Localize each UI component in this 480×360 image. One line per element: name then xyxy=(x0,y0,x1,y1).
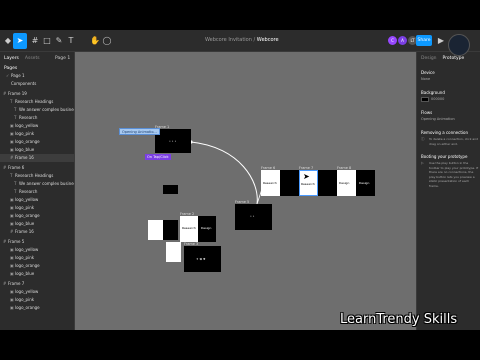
layer-item[interactable]: ▣logo_orange xyxy=(0,262,74,270)
layer-item[interactable]: ▣logo_yellow xyxy=(0,196,74,204)
text-tool-icon[interactable]: T xyxy=(66,36,76,46)
small-frame[interactable] xyxy=(163,185,178,194)
background-value[interactable]: 000000 xyxy=(431,97,444,101)
layer-item[interactable]: ▣logo_orange xyxy=(0,138,74,146)
layer-item[interactable]: ▣logo_pink xyxy=(0,296,74,304)
removing-heading: Removing a connection xyxy=(421,130,468,135)
layer-item[interactable]: ▣logo_yellow xyxy=(0,246,74,254)
card-text: Research xyxy=(301,182,315,186)
background-swatch[interactable] xyxy=(421,97,429,102)
flows-heading: Flows xyxy=(421,110,433,115)
properties-panel: Design Prototype Device None Background 0… xyxy=(416,52,480,330)
layer-item[interactable]: # Frame 16 xyxy=(0,228,74,236)
card-text: Research xyxy=(182,226,196,230)
mid-frame[interactable]: • • xyxy=(235,204,272,230)
watermark: LearnTrendy Skills xyxy=(340,312,458,327)
layer-item[interactable]: T Research Headings xyxy=(0,172,74,180)
layer-group[interactable]: # Frame 6 xyxy=(0,164,74,172)
card-frame[interactable] xyxy=(166,242,181,262)
play-icon: ▷ xyxy=(421,161,424,165)
tab-design[interactable]: Design xyxy=(421,56,437,61)
tab-assets[interactable]: Assets xyxy=(25,56,40,61)
breadcrumb: Webcore Invitation / Webcore xyxy=(205,37,279,43)
card-frame[interactable]: Research xyxy=(180,216,198,242)
logo-icons: ✦ ✿ ❖ xyxy=(196,257,206,261)
background-heading: Background xyxy=(421,90,445,95)
right-tabs: Design Prototype xyxy=(421,56,464,61)
avatar[interactable]: A xyxy=(398,36,407,45)
device-heading: Device xyxy=(421,70,435,75)
mouse-cursor-icon: ➤ xyxy=(303,172,310,181)
logo-frame[interactable]: ✦ ✿ ❖ xyxy=(184,246,221,272)
card-text: Design xyxy=(359,181,370,185)
frame-dots: • • xyxy=(250,214,255,218)
layer-item[interactable]: ▣logo_blue xyxy=(0,270,74,278)
pen-tool-icon[interactable]: ✎ xyxy=(54,36,64,46)
layers-panel: Layers Assets Page 1 Pages ✓ Page 1 Compon… xyxy=(0,52,75,330)
info-icon: ⓘ xyxy=(421,137,425,141)
card-frame[interactable] xyxy=(318,170,337,196)
layer-item[interactable]: ▣logo_pink xyxy=(0,254,74,262)
layer-item[interactable]: ▣logo_blue xyxy=(0,220,74,228)
booting-heading: Booting your prototype xyxy=(421,154,468,159)
tab-prototype[interactable]: Prototype xyxy=(443,56,465,61)
card-text: Design xyxy=(339,181,350,185)
play-icon[interactable]: ▶ xyxy=(436,36,446,46)
page-item[interactable]: ✓ Page 1 xyxy=(0,72,74,80)
breadcrumb-file[interactable]: Webcore xyxy=(257,37,279,43)
frame-tool-icon[interactable]: # xyxy=(30,36,40,46)
figma-window: ◆ ➤ # □ ✎ T ✋ ◯ Webcore Invitation / Web… xyxy=(0,30,480,330)
hand-tool-icon[interactable]: ✋ xyxy=(90,36,100,46)
removing-help: To delete a connection, click and drag o… xyxy=(429,137,479,146)
frame-dots: • • • xyxy=(169,139,177,143)
on-tap-tag[interactable]: On Tap/Click xyxy=(145,154,171,160)
layer-item[interactable]: T Research xyxy=(0,188,74,196)
card-frame[interactable]: Design xyxy=(198,216,216,242)
opening-animation-label[interactable]: Opening Animatio... xyxy=(119,128,160,135)
layer-item[interactable]: T We answer complex business xyxy=(0,180,74,188)
card-text: Design xyxy=(201,226,212,230)
card-frame[interactable] xyxy=(280,170,299,196)
brand-logo-icon xyxy=(448,34,470,56)
layer-item[interactable]: ▣logo_yellow xyxy=(0,122,74,130)
opening-frame[interactable]: • • • xyxy=(155,129,191,153)
card-frame[interactable]: Research xyxy=(261,170,280,196)
layer-item[interactable]: ▣logo_blue xyxy=(0,146,74,154)
layer-item[interactable]: ▣logo_pink xyxy=(0,130,74,138)
pages-heading: Pages xyxy=(4,66,18,71)
breadcrumb-project[interactable]: Webcore Invitation xyxy=(205,37,252,43)
main-menu-icon[interactable]: ◆ xyxy=(3,36,13,46)
shape-tool-icon[interactable]: □ xyxy=(42,36,52,46)
layer-item[interactable]: ▣logo_pink xyxy=(0,204,74,212)
card-frame[interactable] xyxy=(148,220,163,240)
page-item[interactable]: Components xyxy=(0,80,74,88)
booting-help: Use the play button in the toolbar to pl… xyxy=(429,161,479,188)
card-frame[interactable]: Design xyxy=(356,170,375,196)
layer-item[interactable]: T Research xyxy=(0,114,74,122)
page-selector[interactable]: Page 1 xyxy=(55,56,70,61)
card-text: Research xyxy=(263,181,277,185)
layer-item[interactable]: # Frame 16 xyxy=(0,154,74,162)
card-frame[interactable]: Design xyxy=(337,170,356,196)
top-toolbar: ◆ ➤ # □ ✎ T ✋ ◯ Webcore Invitation / Web… xyxy=(0,30,480,52)
layer-item[interactable]: T Research Headings xyxy=(0,98,74,106)
layer-item[interactable]: T We answer complex business xyxy=(0,106,74,114)
layer-group[interactable]: # Frame 5 xyxy=(0,238,74,246)
comment-tool-icon[interactable]: ◯ xyxy=(102,36,112,46)
flow-item[interactable]: Opening Animation xyxy=(421,117,455,121)
layer-item[interactable]: ▣logo_orange xyxy=(0,304,74,312)
sidebar-tabs: Layers Assets xyxy=(4,56,40,61)
design-canvas[interactable]: Frame 1 • • • Opening Animatio... On Tap… xyxy=(75,52,416,330)
move-tool-icon: ➤ xyxy=(16,36,24,45)
card-frame[interactable] xyxy=(163,220,178,240)
layer-group[interactable]: # Frame 19 xyxy=(0,90,74,98)
layer-item[interactable]: ▣logo_yellow xyxy=(0,288,74,296)
avatar[interactable]: C xyxy=(388,36,397,45)
prototype-connection[interactable] xyxy=(190,141,258,205)
share-button[interactable]: Share xyxy=(416,35,432,46)
device-select[interactable]: None xyxy=(421,77,430,81)
layer-group[interactable]: # Frame 7 xyxy=(0,280,74,288)
tab-layers[interactable]: Layers xyxy=(4,56,19,61)
layer-item[interactable]: ▣logo_orange xyxy=(0,212,74,220)
